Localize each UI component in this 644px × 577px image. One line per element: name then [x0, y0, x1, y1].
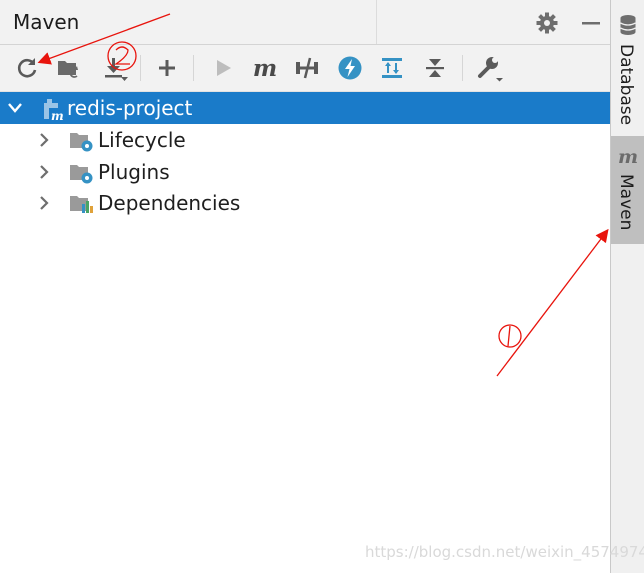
maven-m-icon: m [618, 146, 639, 168]
expand-arrow-right-icon[interactable] [37, 164, 51, 180]
minimize-icon[interactable] [580, 11, 602, 35]
tab-maven[interactable]: m Maven [611, 136, 644, 244]
skip-tests-icon[interactable] [335, 53, 365, 83]
toolbar-separator [193, 55, 194, 81]
gear-icon[interactable] [535, 11, 559, 35]
right-tool-stripe: Database m Maven [611, 0, 644, 573]
expand-arrow-right-icon[interactable] [37, 195, 51, 211]
tree-node-lifecycle[interactable]: Lifecycle [0, 124, 610, 156]
header-divider [376, 0, 377, 44]
expand-arrow-down-icon[interactable] [8, 100, 22, 116]
maven-tool-window: Maven m m redis-project Lifecycle Plugin… [0, 0, 611, 573]
expand-arrow-right-icon[interactable] [37, 132, 51, 148]
watermark-text: https://blog.csdn.net/weixin_45749742 [365, 543, 644, 561]
collapse-all-icon[interactable] [420, 53, 450, 83]
toolbar-separator [140, 55, 141, 81]
toggle-offline-icon[interactable] [292, 53, 322, 83]
folder-gear-icon [69, 129, 95, 153]
toolbar-separator [462, 55, 463, 81]
settings-wrench-icon[interactable] [475, 53, 505, 83]
tree-label: redis-project [67, 96, 193, 120]
reload-all-icon[interactable] [12, 53, 42, 83]
panel-header: Maven [0, 0, 610, 45]
tree-label: Dependencies [98, 191, 241, 215]
tree-node-plugins[interactable]: Plugins [0, 156, 610, 188]
tab-database[interactable]: Database [611, 0, 644, 128]
folder-chart-icon [69, 192, 95, 216]
panel-title: Maven [13, 10, 80, 34]
add-maven-project-icon[interactable] [55, 53, 85, 83]
tree-label: Plugins [98, 160, 170, 184]
tab-label: Maven [616, 174, 636, 231]
folder-gear-icon [69, 161, 95, 185]
tab-label: Database [616, 44, 636, 126]
maven-toolbar: m [0, 45, 610, 92]
add-icon[interactable] [152, 53, 182, 83]
svg-text:m: m [51, 109, 64, 121]
database-icon [619, 14, 637, 40]
tree-node-root[interactable]: m redis-project [0, 92, 610, 124]
tree-node-dependencies[interactable]: Dependencies [0, 187, 610, 219]
show-dependencies-icon[interactable] [377, 53, 407, 83]
maven-module-icon: m [40, 97, 66, 123]
execute-goal-icon[interactable]: m [250, 53, 280, 83]
download-sources-icon[interactable] [100, 53, 130, 83]
run-icon[interactable] [208, 53, 238, 83]
tree-label: Lifecycle [98, 128, 186, 152]
